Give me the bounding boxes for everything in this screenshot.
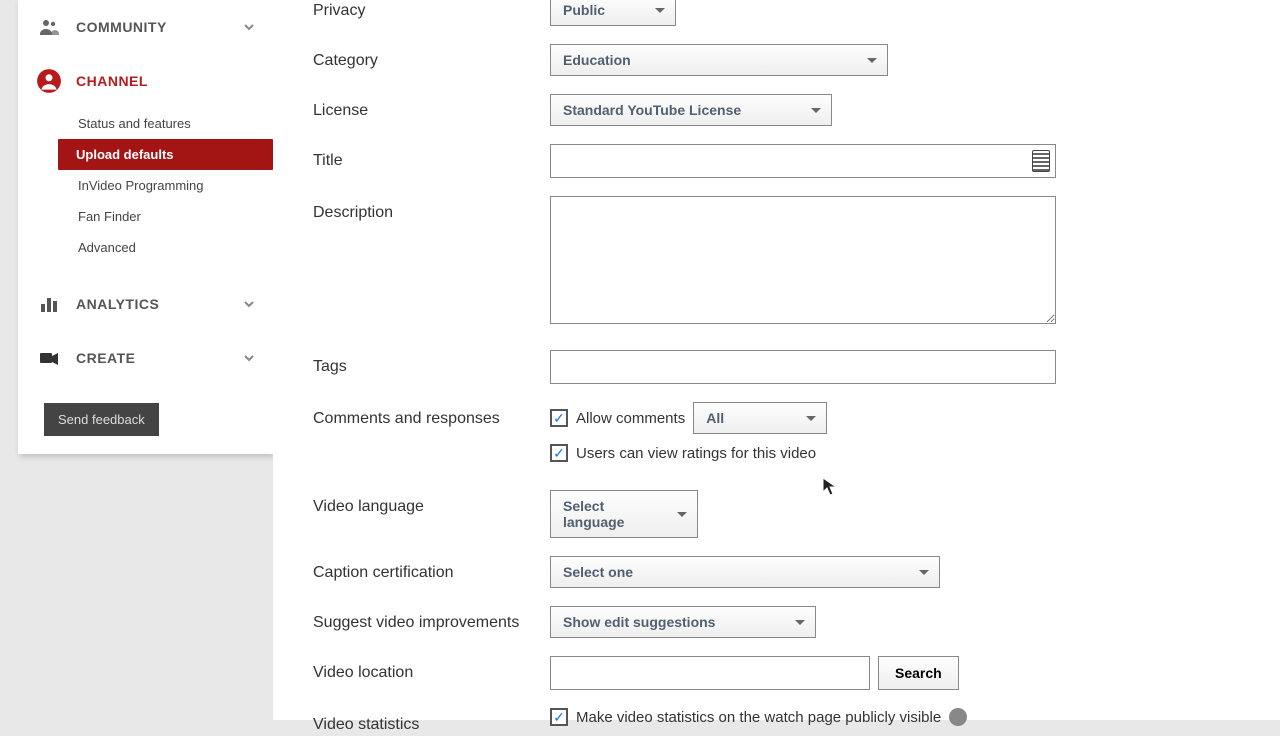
suggest-label: Suggest video improvements — [313, 606, 550, 632]
privacy-select[interactable]: Public — [550, 0, 676, 26]
view-ratings-checkbox[interactable]: ✓ — [550, 444, 568, 462]
sidebar-section-community[interactable]: COMMUNITY — [18, 0, 273, 54]
license-label: License — [313, 94, 550, 120]
channel-subitems: Status and features Upload defaults InVi… — [18, 108, 273, 263]
comments-label: Comments and responses — [313, 402, 550, 428]
location-label: Video location — [313, 656, 550, 682]
view-ratings-text: Users can view ratings for this video — [576, 445, 816, 462]
analytics-icon — [36, 291, 62, 317]
sidebar-item-upload-defaults[interactable]: Upload defaults — [58, 139, 273, 170]
caption-cert-label: Caption certification — [313, 556, 550, 582]
sidebar-item-invideo-programming[interactable]: InVideo Programming — [60, 170, 273, 201]
stats-public-checkbox[interactable]: ✓ — [550, 708, 568, 726]
video-language-select[interactable]: Select language — [550, 490, 698, 538]
chevron-down-icon — [243, 352, 255, 364]
chevron-down-icon — [243, 21, 255, 33]
create-icon — [36, 345, 62, 371]
community-icon — [36, 14, 62, 40]
main-content: Privacy Public Category Education Licens… — [273, 0, 1280, 720]
description-label: Description — [313, 196, 550, 222]
sidebar-item-status-features[interactable]: Status and features — [60, 108, 273, 139]
sidebar-section-channel[interactable]: CHANNEL — [18, 54, 273, 108]
channel-label: CHANNEL — [76, 73, 255, 89]
comments-filter-select[interactable]: All — [693, 402, 827, 434]
tags-label: Tags — [313, 350, 550, 376]
sidebar-item-advanced[interactable]: Advanced — [60, 232, 273, 263]
suggest-select[interactable]: Show edit suggestions — [550, 606, 816, 638]
tags-input[interactable] — [550, 350, 1056, 384]
caption-cert-select[interactable]: Select one — [550, 556, 940, 588]
send-feedback-button[interactable]: Send feedback — [44, 403, 159, 436]
help-icon[interactable] — [949, 708, 967, 726]
analytics-label: ANALYTICS — [76, 296, 243, 312]
stats-label: Video statistics — [313, 708, 550, 734]
location-search-button[interactable]: Search — [878, 656, 959, 690]
sidebar-section-create[interactable]: CREATE — [18, 331, 273, 385]
allow-comments-text: Allow comments — [576, 410, 685, 427]
sidebar: COMMUNITY CHANNEL Status and features Up… — [18, 0, 273, 454]
chevron-down-icon — [243, 298, 255, 310]
create-label: CREATE — [76, 350, 243, 366]
video-language-label: Video language — [313, 490, 550, 516]
sidebar-section-analytics[interactable]: ANALYTICS — [18, 277, 273, 331]
privacy-label: Privacy — [313, 0, 550, 20]
title-label: Title — [313, 144, 550, 170]
channel-icon — [36, 68, 62, 94]
stats-public-text: Make video statistics on the watch page … — [576, 709, 941, 726]
title-template-icon[interactable] — [1032, 150, 1050, 172]
title-input[interactable] — [550, 144, 1056, 178]
community-label: COMMUNITY — [76, 19, 243, 35]
category-label: Category — [313, 44, 550, 70]
location-input[interactable] — [550, 656, 870, 690]
description-input[interactable] — [550, 196, 1056, 324]
license-select[interactable]: Standard YouTube License — [550, 94, 832, 126]
allow-comments-checkbox[interactable]: ✓ — [550, 409, 568, 427]
category-select[interactable]: Education — [550, 44, 888, 76]
sidebar-item-fan-finder[interactable]: Fan Finder — [60, 201, 273, 232]
